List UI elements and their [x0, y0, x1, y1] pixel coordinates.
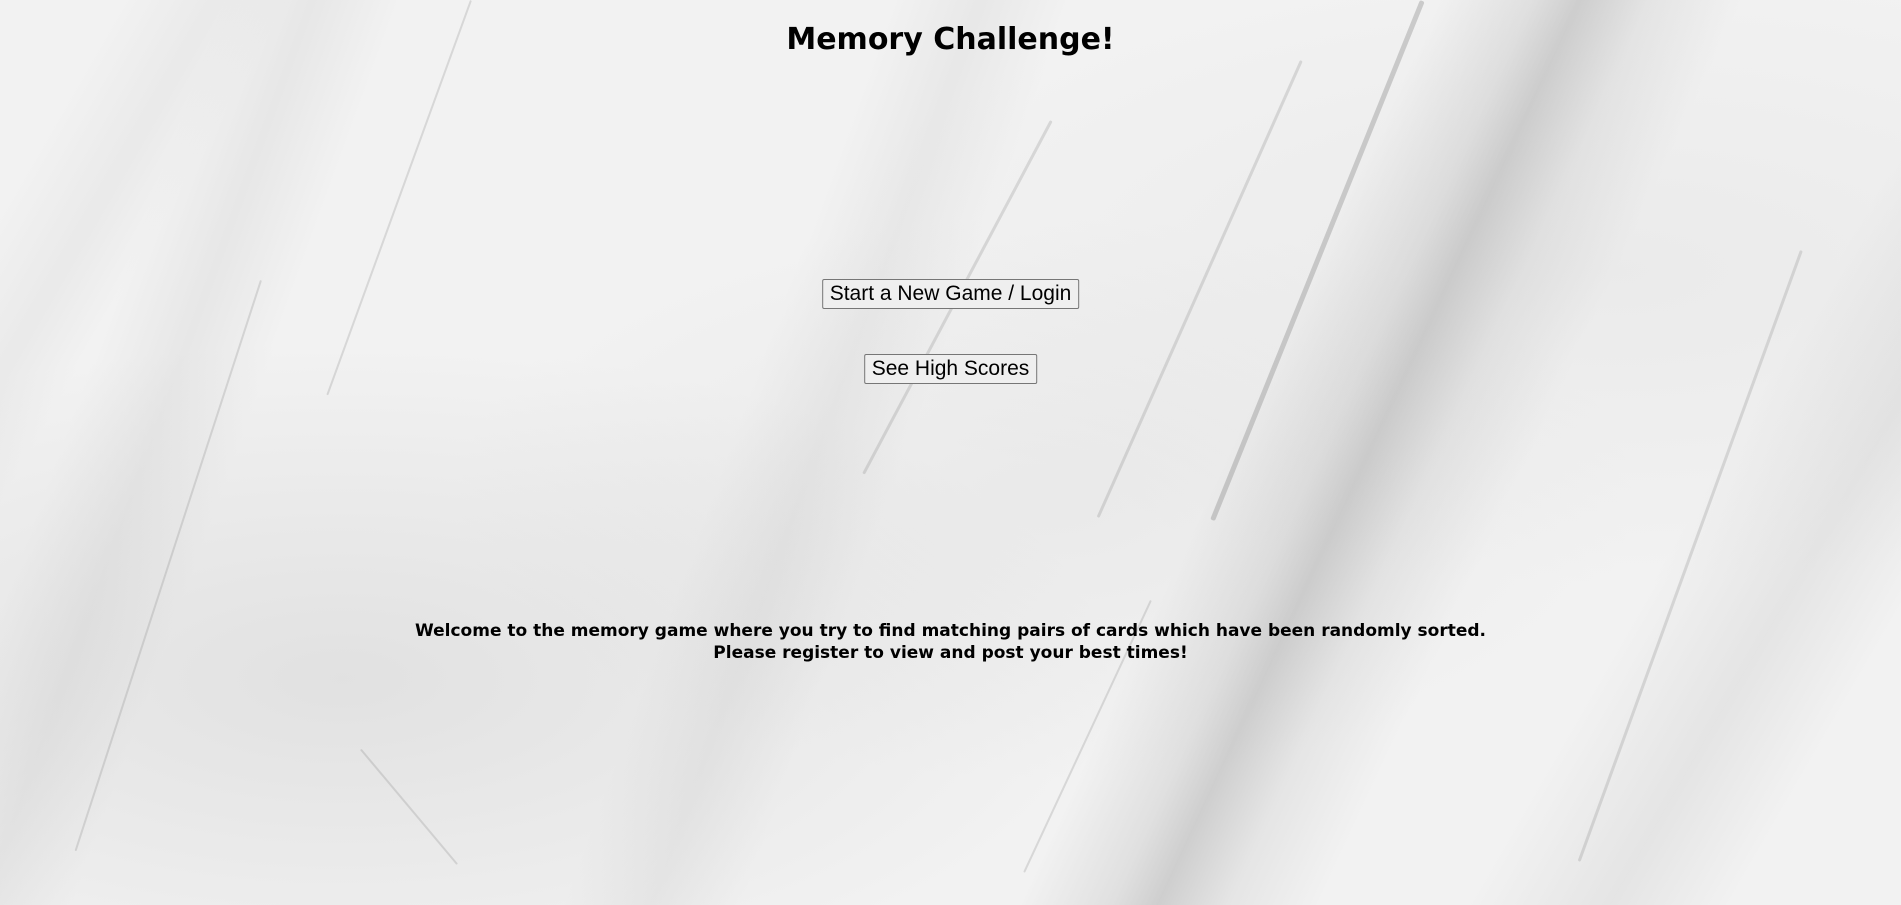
marble-vein	[1096, 60, 1303, 518]
page-title: Memory Challenge!	[786, 22, 1115, 57]
marble-vein	[74, 280, 262, 852]
welcome-message: Welcome to the memory game where you try…	[0, 620, 1901, 664]
welcome-line-2: Please register to view and post your be…	[713, 643, 1188, 663]
welcome-line-1: Welcome to the memory game where you try…	[414, 621, 1487, 641]
marble-vein	[1577, 250, 1803, 862]
high-scores-button[interactable]: See High Scores	[863, 354, 1038, 384]
marble-vein	[326, 0, 472, 396]
marble-vein	[360, 748, 458, 865]
marble-vein	[1210, 0, 1425, 522]
start-game-login-button[interactable]: Start a New Game / Login	[821, 279, 1080, 309]
